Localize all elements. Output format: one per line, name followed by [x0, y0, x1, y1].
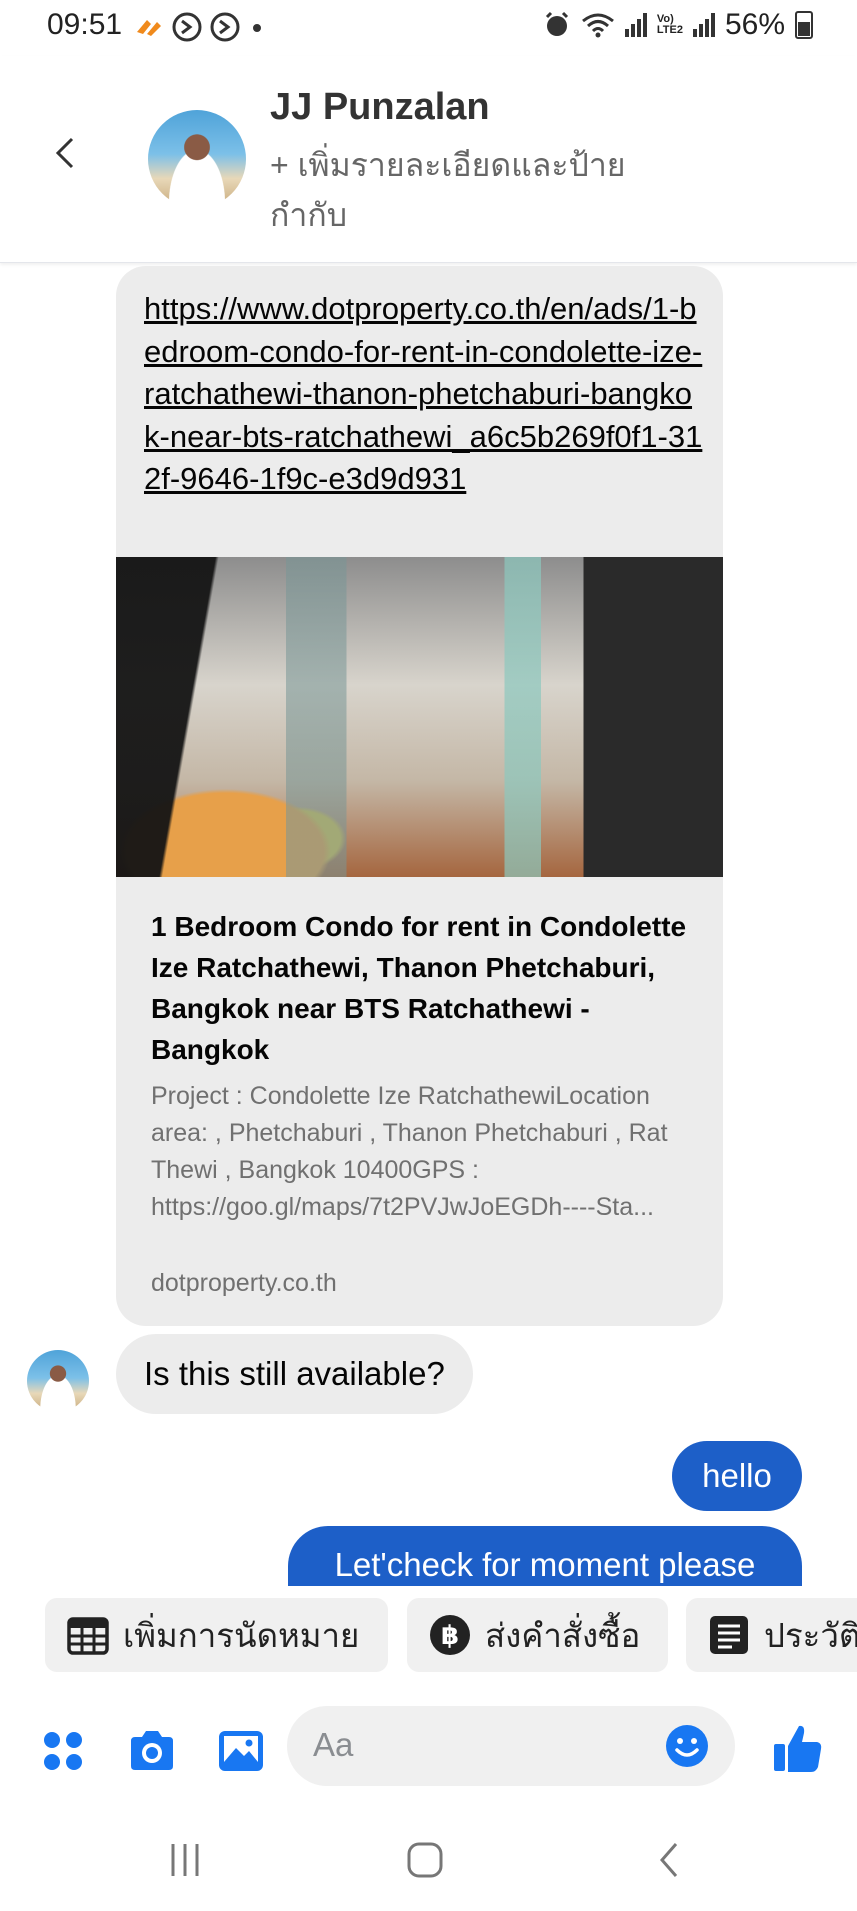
- status-time: 09:51: [47, 8, 123, 41]
- volte-label: Vo) LTE2: [656, 13, 683, 36]
- alarm-icon: [545, 11, 568, 36]
- recent-apps-icon[interactable]: [165, 1840, 205, 1880]
- quick-actions-bar: เพิ่มการนัดหมาย ฿ ส่งคำสั่งซื้อ ประวัติ: [0, 1595, 857, 1675]
- message-composer: Aa: [0, 1700, 857, 1810]
- app-notification-icon: [137, 20, 161, 36]
- send-order-chip[interactable]: ฿ ส่งคำสั่งซื้อ: [407, 1598, 668, 1672]
- link-preview-image[interactable]: [116, 557, 723, 877]
- message-link-url[interactable]: https://www.dotproperty.co.th/en/ads/1-b…: [144, 288, 704, 501]
- contact-name[interactable]: JJ Punzalan: [270, 86, 490, 129]
- chip-label: ประวัติ: [764, 1616, 857, 1654]
- wifi-icon: [581, 13, 614, 38]
- thumbs-up-icon[interactable]: [772, 1722, 824, 1774]
- missed-call-icon: [172, 12, 202, 42]
- notification-icons: [133, 11, 267, 43]
- emoji-icon[interactable]: [665, 1724, 709, 1768]
- battery-icon: [795, 11, 813, 39]
- camera-icon[interactable]: [127, 1726, 177, 1776]
- missed-call-icon-2: [210, 12, 240, 42]
- link-message[interactable]: https://www.dotproperty.co.th/en/ads/1-b…: [116, 266, 723, 1326]
- incoming-message[interactable]: Is this still available?: [116, 1334, 473, 1414]
- link-preview-domain: dotproperty.co.th: [151, 1269, 337, 1297]
- chip-label: เพิ่มการนัดหมาย: [123, 1616, 360, 1654]
- history-chip[interactable]: ประวัติ: [686, 1598, 857, 1672]
- add-details-link[interactable]: + เพิ่มรายละเอียดและป้ายกำกับ: [270, 140, 690, 240]
- message-input-placeholder: Aa: [313, 1726, 354, 1763]
- home-icon[interactable]: [405, 1840, 445, 1880]
- battery-percent: 56%: [724, 8, 785, 41]
- system-nav-bar: [0, 1820, 857, 1911]
- list-icon: [708, 1614, 750, 1656]
- signal-icon: [624, 13, 647, 37]
- status-right: Vo) LTE2 56%: [543, 8, 813, 42]
- dot-icon: [253, 24, 261, 32]
- status-bar: 09:51 Vo) LTE2 56%: [0, 0, 857, 56]
- more-apps-icon[interactable]: [38, 1726, 88, 1776]
- sender-avatar[interactable]: [27, 1350, 89, 1412]
- outgoing-message[interactable]: hello: [672, 1441, 802, 1511]
- gallery-icon[interactable]: [216, 1726, 266, 1776]
- message-input[interactable]: Aa: [287, 1706, 735, 1786]
- link-preview-title: 1 Bedroom Condo for rent in Condolette I…: [151, 911, 687, 1065]
- svg-text:฿: ฿: [441, 1621, 459, 1651]
- link-preview-description: Project : Condolette Ize RatchathewiLoca…: [151, 1082, 668, 1221]
- baht-icon: ฿: [429, 1614, 471, 1656]
- signal-icon-2: [692, 13, 715, 37]
- chat-header: JJ Punzalan + เพิ่มรายละเอียดและป้ายกำกั…: [0, 56, 857, 263]
- calendar-icon: [67, 1614, 109, 1656]
- back-arrow-icon[interactable]: [50, 136, 84, 170]
- outgoing-message[interactable]: Let'check for moment please: [288, 1526, 802, 1586]
- back-nav-icon[interactable]: [650, 1840, 690, 1880]
- contact-avatar[interactable]: [148, 110, 246, 208]
- add-appointment-chip[interactable]: เพิ่มการนัดหมาย: [45, 1598, 388, 1672]
- chip-label: ส่งคำสั่งซื้อ: [485, 1616, 641, 1654]
